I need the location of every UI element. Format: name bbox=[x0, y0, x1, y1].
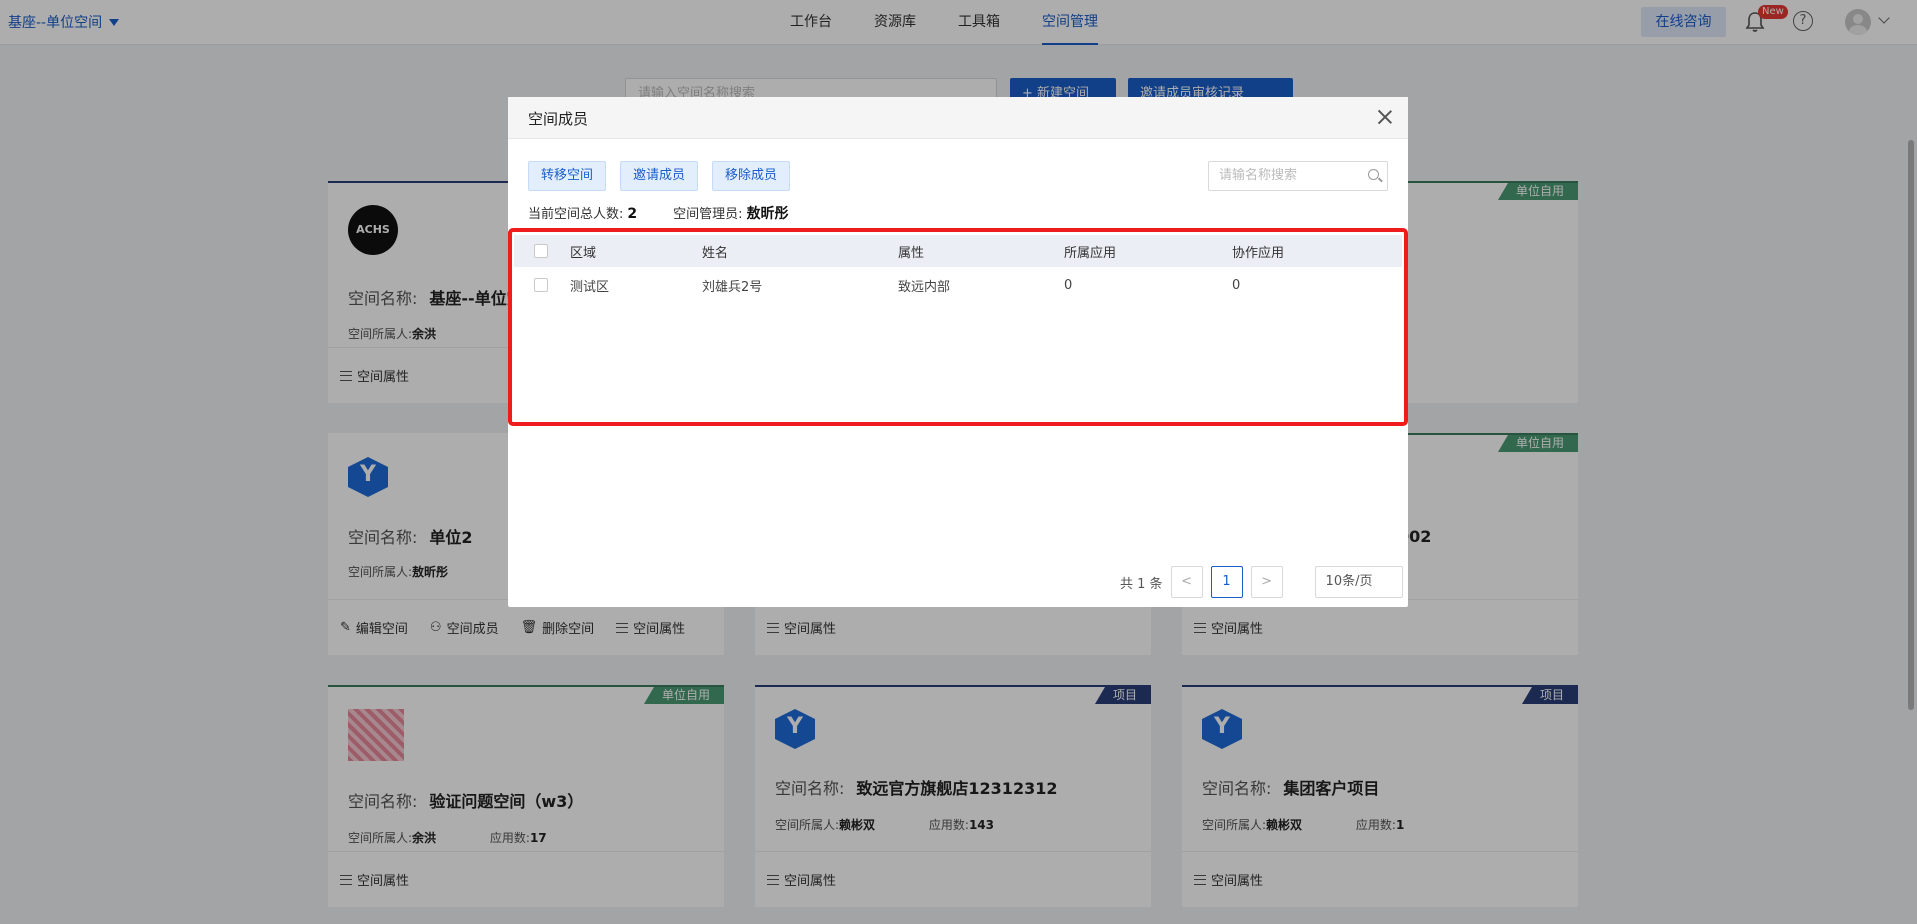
row-checkbox[interactable] bbox=[534, 278, 548, 292]
pager-total: 共 1 条 bbox=[1120, 576, 1163, 592]
cell-attr: 致远内部 bbox=[898, 279, 951, 295]
admin-label: 空间管理员: bbox=[673, 207, 743, 222]
admin-name: 敖昕彤 bbox=[746, 206, 789, 222]
modal-header: 空间成员 bbox=[508, 97, 1408, 139]
table-row[interactable]: 测试区 刘雄兵2号 致远内部 0 0 bbox=[514, 267, 1402, 303]
select-all-checkbox[interactable] bbox=[534, 244, 548, 258]
close-icon[interactable] bbox=[1376, 108, 1394, 126]
col-area: 区域 bbox=[570, 245, 597, 261]
col-attr: 属性 bbox=[898, 245, 925, 261]
page-size-select[interactable]: 10条/页 bbox=[1314, 566, 1403, 598]
col-collab-apps: 协作应用 bbox=[1232, 245, 1285, 261]
space-members-modal: 空间成员 转移空间 邀请成员 移除成员 请输名称搜索 当前空间总人数: 2 空间管… bbox=[508, 97, 1408, 607]
table-header: 区域 姓名 属性 所属应用 协作应用 bbox=[514, 235, 1402, 267]
col-own-apps: 所属应用 bbox=[1064, 245, 1117, 261]
member-stats: 当前空间总人数: 2 空间管理员: 敖昕彤 bbox=[528, 203, 789, 223]
member-search-input[interactable]: 请输名称搜索 bbox=[1208, 161, 1388, 191]
invite-member-button[interactable]: 邀请成员 bbox=[620, 161, 699, 191]
pagination: 共 1 条 < 1 > 10条/页 bbox=[1120, 566, 1403, 598]
page-1-button[interactable]: 1 bbox=[1210, 566, 1243, 598]
cell-own-apps: 0 bbox=[1064, 277, 1073, 293]
cell-collab-apps: 0 bbox=[1232, 277, 1241, 293]
total-count: 2 bbox=[627, 206, 638, 222]
next-page-button[interactable]: > bbox=[1250, 566, 1283, 598]
search-icon[interactable] bbox=[1368, 169, 1379, 180]
transfer-space-button[interactable]: 转移空间 bbox=[528, 161, 607, 191]
cell-name: 刘雄兵2号 bbox=[702, 279, 763, 295]
cell-area: 测试区 bbox=[570, 279, 610, 295]
modal-title: 空间成员 bbox=[528, 110, 589, 128]
member-search-placeholder: 请输名称搜索 bbox=[1219, 168, 1298, 183]
total-label: 当前空间总人数: bbox=[528, 207, 624, 222]
col-name: 姓名 bbox=[702, 245, 729, 261]
prev-page-button[interactable]: < bbox=[1170, 566, 1203, 598]
remove-member-button[interactable]: 移除成员 bbox=[712, 161, 791, 191]
page-scrollbar[interactable] bbox=[1908, 140, 1914, 710]
